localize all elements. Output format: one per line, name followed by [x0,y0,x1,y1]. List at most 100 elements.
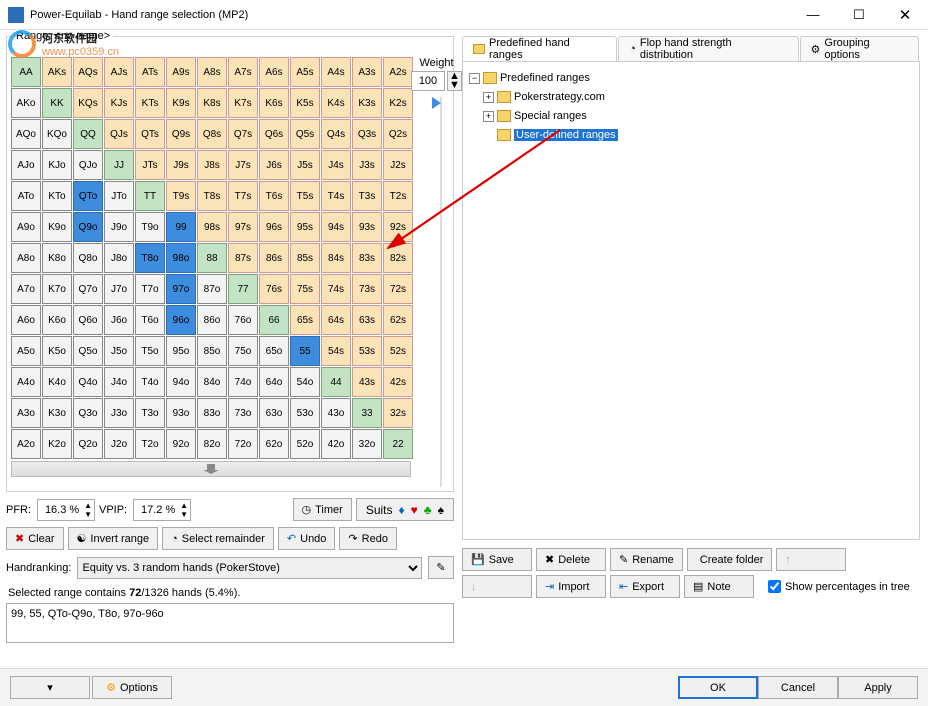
cell-Q3o[interactable]: Q3o [73,398,103,428]
close-button[interactable]: ✕ [882,0,928,30]
cell-Q9o[interactable]: Q9o [73,212,103,242]
cell-95s[interactable]: 95s [290,212,320,242]
cell-QTs[interactable]: QTs [135,119,165,149]
cell-K6o[interactable]: K6o [42,305,72,335]
cell-J6o[interactable]: J6o [104,305,134,335]
cell-86s[interactable]: 86s [259,243,289,273]
cell-Q3s[interactable]: Q3s [352,119,382,149]
cell-53o[interactable]: 53o [290,398,320,428]
cell-98o[interactable]: 98o [166,243,196,273]
show-percentages-checkbox[interactable]: Show percentages in tree [768,575,910,598]
minimize-button[interactable]: — [790,0,836,30]
cell-T3o[interactable]: T3o [135,398,165,428]
cell-92o[interactable]: 92o [166,429,196,459]
cell-42o[interactable]: 42o [321,429,351,459]
select-remainder-button[interactable]: ◔Select remainder [162,527,274,550]
cell-J3o[interactable]: J3o [104,398,134,428]
cell-Q6o[interactable]: Q6o [73,305,103,335]
cell-QTo[interactable]: QTo [73,181,103,211]
cell-ATs[interactable]: ATs [135,57,165,87]
cell-85o[interactable]: 85o [197,336,227,366]
cell-K6s[interactable]: K6s [259,88,289,118]
cell-Q2o[interactable]: Q2o [73,429,103,459]
cell-J9s[interactable]: J9s [166,150,196,180]
apply-button[interactable]: Apply [838,676,918,699]
cell-T5s[interactable]: T5s [290,181,320,211]
cell-K5o[interactable]: K5o [42,336,72,366]
cell-A8s[interactable]: A8s [197,57,227,87]
cell-94s[interactable]: 94s [321,212,351,242]
cell-A5o[interactable]: A5o [11,336,41,366]
cell-76s[interactable]: 76s [259,274,289,304]
cell-K2s[interactable]: K2s [383,88,413,118]
cell-T8o[interactable]: T8o [135,243,165,273]
cell-66[interactable]: 66 [259,305,289,335]
cell-75o[interactable]: 75o [228,336,258,366]
handranking-select[interactable]: Equity vs. 3 random hands (PokerStove) [77,557,422,579]
cell-Q7s[interactable]: Q7s [228,119,258,149]
cell-88[interactable]: 88 [197,243,227,273]
cell-75s[interactable]: 75s [290,274,320,304]
cell-J4o[interactable]: J4o [104,367,134,397]
cell-KTs[interactable]: KTs [135,88,165,118]
cell-K3o[interactable]: K3o [42,398,72,428]
cell-92s[interactable]: 92s [383,212,413,242]
tree-node-user-defined[interactable]: User-defined ranges [483,126,913,144]
cell-77[interactable]: 77 [228,274,258,304]
cell-94o[interactable]: 94o [166,367,196,397]
cell-J8s[interactable]: J8s [197,150,227,180]
cell-A3s[interactable]: A3s [352,57,382,87]
cell-QJo[interactable]: QJo [73,150,103,180]
cell-A6s[interactable]: A6s [259,57,289,87]
cell-43s[interactable]: 43s [352,367,382,397]
cell-Q9s[interactable]: Q9s [166,119,196,149]
cell-52o[interactable]: 52o [290,429,320,459]
note-button[interactable]: ▤Note [684,575,754,598]
maximize-button[interactable]: ☐ [836,0,882,30]
cell-82s[interactable]: 82s [383,243,413,273]
cell-33[interactable]: 33 [352,398,382,428]
cell-T9o[interactable]: T9o [135,212,165,242]
cell-KK[interactable]: KK [42,88,72,118]
cell-82o[interactable]: 82o [197,429,227,459]
invert-button[interactable]: ☯Invert range [68,527,159,550]
cell-TT[interactable]: TT [135,181,165,211]
cell-76o[interactable]: 76o [228,305,258,335]
cell-A4o[interactable]: A4o [11,367,41,397]
cell-K8s[interactable]: K8s [197,88,227,118]
tab-predefined[interactable]: Predefined hand ranges [462,36,617,61]
cell-Q6s[interactable]: Q6s [259,119,289,149]
cell-A5s[interactable]: A5s [290,57,320,87]
cell-K9s[interactable]: K9s [166,88,196,118]
cell-Q4o[interactable]: Q4o [73,367,103,397]
cell-32o[interactable]: 32o [352,429,382,459]
cell-J7s[interactable]: J7s [228,150,258,180]
cell-87s[interactable]: 87s [228,243,258,273]
cell-42s[interactable]: 42s [383,367,413,397]
cell-QQ[interactable]: QQ [73,119,103,149]
cell-K2o[interactable]: K2o [42,429,72,459]
cell-Q5s[interactable]: Q5s [290,119,320,149]
cell-Q8o[interactable]: Q8o [73,243,103,273]
cell-84s[interactable]: 84s [321,243,351,273]
cell-T7o[interactable]: T7o [135,274,165,304]
cell-95o[interactable]: 95o [166,336,196,366]
ok-button[interactable]: OK [678,676,758,699]
cancel-button[interactable]: Cancel [758,676,838,699]
cell-K7o[interactable]: K7o [42,274,72,304]
cell-K8o[interactable]: K8o [42,243,72,273]
cell-62s[interactable]: 62s [383,305,413,335]
cell-A9s[interactable]: A9s [166,57,196,87]
edit-ranking-button[interactable]: ✎ [428,556,454,579]
tab-flop-strength[interactable]: ◔Flop hand strength distribution [618,36,798,61]
tab-grouping[interactable]: ⚙Grouping options [800,36,919,61]
cell-86o[interactable]: 86o [197,305,227,335]
cell-K4s[interactable]: K4s [321,88,351,118]
undo-button[interactable]: ↶Undo [278,527,336,550]
cell-J6s[interactable]: J6s [259,150,289,180]
cell-J2o[interactable]: J2o [104,429,134,459]
cell-K5s[interactable]: K5s [290,88,320,118]
cell-ATo[interactable]: ATo [11,181,41,211]
cell-73o[interactable]: 73o [228,398,258,428]
cell-T8s[interactable]: T8s [197,181,227,211]
